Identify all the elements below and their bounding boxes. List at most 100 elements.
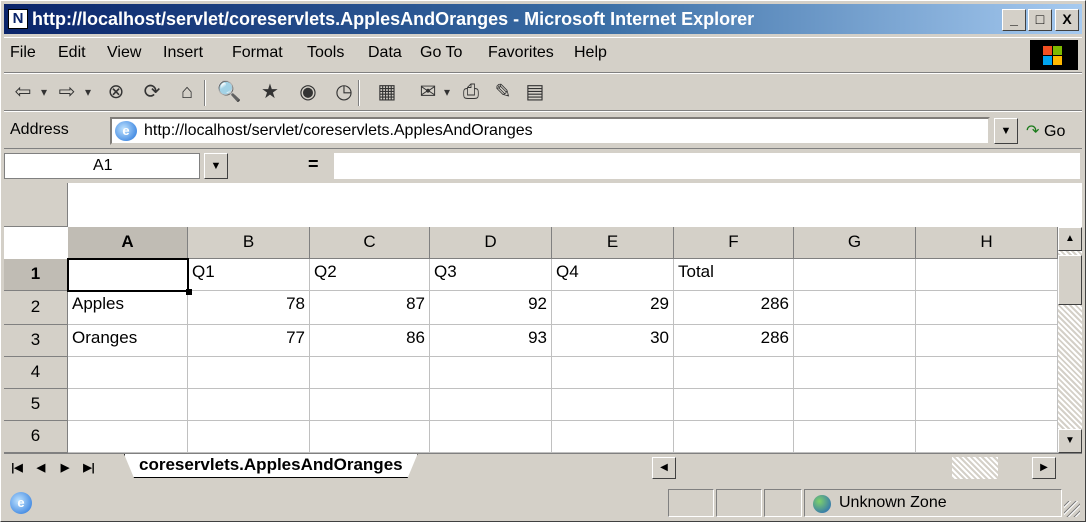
cell-g5[interactable] bbox=[794, 389, 916, 421]
edit-icon[interactable]: ✎ bbox=[488, 78, 518, 106]
go-button[interactable]: ↷ Go bbox=[1026, 121, 1065, 141]
cell-b2[interactable]: 78 bbox=[188, 291, 310, 325]
cell-a6[interactable] bbox=[68, 421, 188, 453]
minimize-button[interactable]: _ bbox=[1002, 9, 1026, 31]
formula-input[interactable] bbox=[334, 153, 1080, 179]
cell-c5[interactable] bbox=[310, 389, 430, 421]
menu-help[interactable]: Help bbox=[574, 44, 607, 62]
cell-f3[interactable]: 286 bbox=[674, 325, 794, 357]
cell-b5[interactable] bbox=[188, 389, 310, 421]
cell-g1[interactable] bbox=[794, 259, 916, 291]
row-header-4[interactable]: 4 bbox=[4, 357, 68, 389]
cell-h4[interactable] bbox=[916, 357, 1058, 389]
menu-insert[interactable]: Insert bbox=[163, 44, 203, 62]
mail-dropdown-icon[interactable]: ▾ bbox=[440, 78, 454, 106]
menu-edit[interactable]: Edit bbox=[58, 44, 86, 62]
scroll-down-button[interactable]: ▼ bbox=[1058, 429, 1082, 453]
cell-d4[interactable] bbox=[430, 357, 552, 389]
column-header-h[interactable]: H bbox=[916, 227, 1058, 259]
first-sheet-button[interactable]: |◀ bbox=[6, 457, 28, 479]
mail-icon[interactable]: ✉ bbox=[414, 78, 442, 106]
cell-a2[interactable]: Apples bbox=[68, 291, 188, 325]
column-header-g[interactable]: G bbox=[794, 227, 916, 259]
maximize-button[interactable]: □ bbox=[1028, 9, 1052, 31]
cell-c1[interactable]: Q2 bbox=[310, 259, 430, 291]
name-box-dropdown-button[interactable]: ▼ bbox=[204, 153, 228, 179]
cell-g6[interactable] bbox=[794, 421, 916, 453]
column-header-c[interactable]: C bbox=[310, 227, 430, 259]
menu-file[interactable]: File bbox=[10, 44, 36, 62]
address-url[interactable]: http://localhost/servlet/coreservlets.Ap… bbox=[144, 122, 533, 140]
cell-e2[interactable]: 29 bbox=[552, 291, 674, 325]
menu-data[interactable]: Data bbox=[368, 44, 402, 62]
cell-d1[interactable]: Q3 bbox=[430, 259, 552, 291]
scroll-up-button[interactable]: ▲ bbox=[1058, 227, 1082, 251]
menu-go-to[interactable]: Go To bbox=[420, 44, 462, 62]
home-icon[interactable]: ⌂ bbox=[172, 78, 202, 106]
forward-dropdown-icon[interactable]: ▾ bbox=[80, 78, 96, 106]
cell-f6[interactable] bbox=[674, 421, 794, 453]
media-icon[interactable]: ◉ bbox=[292, 78, 324, 106]
cell-b1[interactable]: Q1 bbox=[188, 259, 310, 291]
favorites-icon[interactable]: ★ bbox=[254, 78, 286, 106]
cell-h6[interactable] bbox=[916, 421, 1058, 453]
cell-g4[interactable] bbox=[794, 357, 916, 389]
cell-a4[interactable] bbox=[68, 357, 188, 389]
horizontal-scroll-thumb[interactable] bbox=[952, 457, 998, 479]
cell-c4[interactable] bbox=[310, 357, 430, 389]
menu-tools[interactable]: Tools bbox=[307, 44, 344, 62]
cell-e6[interactable] bbox=[552, 421, 674, 453]
cell-f1[interactable]: Total bbox=[674, 259, 794, 291]
menu-view[interactable]: View bbox=[107, 44, 141, 62]
formula-equals-button[interactable]: = bbox=[308, 154, 319, 175]
cell-c3[interactable]: 86 bbox=[310, 325, 430, 357]
cell-f2[interactable]: 286 bbox=[674, 291, 794, 325]
select-all-corner[interactable] bbox=[4, 183, 68, 227]
scroll-left-button[interactable]: ◀ bbox=[652, 457, 676, 479]
cell-b4[interactable] bbox=[188, 357, 310, 389]
cell-c6[interactable] bbox=[310, 421, 430, 453]
column-header-f[interactable]: F bbox=[674, 227, 794, 259]
row-header-1[interactable]: 1 bbox=[4, 259, 68, 291]
sheet-tab[interactable]: coreservlets.ApplesAndOranges bbox=[124, 454, 418, 478]
column-header-d[interactable]: D bbox=[430, 227, 552, 259]
cell-f5[interactable] bbox=[674, 389, 794, 421]
cell-e3[interactable]: 30 bbox=[552, 325, 674, 357]
search-icon[interactable]: 🔍 bbox=[212, 78, 246, 106]
close-button[interactable]: X bbox=[1055, 9, 1079, 31]
scroll-thumb[interactable] bbox=[1058, 255, 1082, 305]
cell-c2[interactable]: 87 bbox=[310, 291, 430, 325]
cell-h5[interactable] bbox=[916, 389, 1058, 421]
cell-h3[interactable] bbox=[916, 325, 1058, 357]
discuss-icon[interactable]: ▤ bbox=[520, 78, 550, 106]
column-header-b[interactable]: B bbox=[188, 227, 310, 259]
cell-d6[interactable] bbox=[430, 421, 552, 453]
cell-e5[interactable] bbox=[552, 389, 674, 421]
cell-d3[interactable]: 93 bbox=[430, 325, 552, 357]
resize-grip[interactable] bbox=[1064, 501, 1080, 517]
cell-h2[interactable] bbox=[916, 291, 1058, 325]
cell-a3[interactable]: Oranges bbox=[68, 325, 188, 357]
cell-d5[interactable] bbox=[430, 389, 552, 421]
address-dropdown-button[interactable]: ▼ bbox=[994, 118, 1018, 144]
cell-f4[interactable] bbox=[674, 357, 794, 389]
cell-g3[interactable] bbox=[794, 325, 916, 357]
back-dropdown-icon[interactable]: ▾ bbox=[36, 78, 52, 106]
row-header-3[interactable]: 3 bbox=[4, 325, 68, 357]
cell-b3[interactable]: 77 bbox=[188, 325, 310, 357]
cell-d2[interactable]: 92 bbox=[430, 291, 552, 325]
scroll-right-button[interactable]: ▶ bbox=[1032, 457, 1056, 479]
menu-favorites[interactable]: Favorites bbox=[488, 44, 554, 62]
cell-e4[interactable] bbox=[552, 357, 674, 389]
row-header-5[interactable]: 5 bbox=[4, 389, 68, 421]
last-sheet-button[interactable]: ▶| bbox=[78, 457, 100, 479]
name-box[interactable]: A1 bbox=[4, 153, 200, 179]
title-bar[interactable]: N http://localhost/servlet/coreservlets.… bbox=[4, 4, 1082, 34]
cell-g2[interactable] bbox=[794, 291, 916, 325]
refresh-icon[interactable]: ⟳ bbox=[138, 78, 166, 106]
next-sheet-button[interactable]: ▶ bbox=[54, 457, 76, 479]
cell-a1[interactable] bbox=[68, 259, 188, 291]
horizontal-scrollbar[interactable]: ◀ ▶ bbox=[652, 457, 1056, 479]
previous-sheet-button[interactable]: ◀ bbox=[30, 457, 52, 479]
cell-b6[interactable] bbox=[188, 421, 310, 453]
